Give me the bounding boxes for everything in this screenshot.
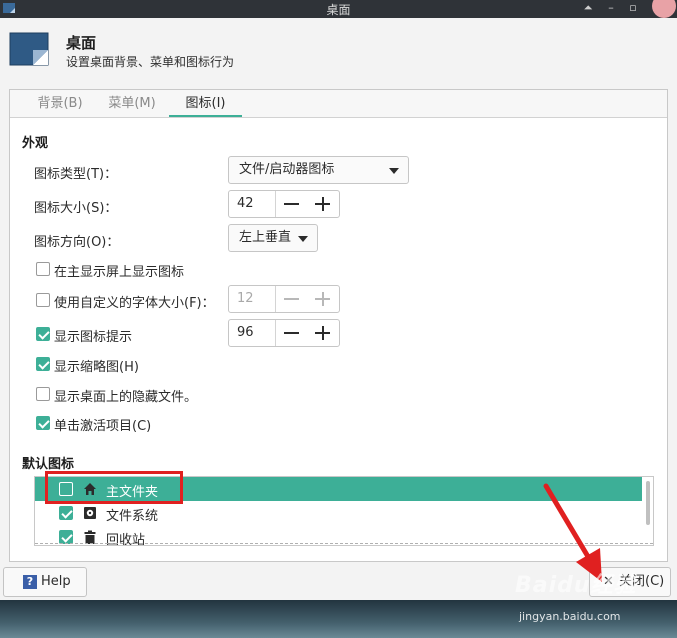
watermark-brand: Baidu经验	[515, 573, 637, 598]
show-thumbnails-checkbox[interactable]	[36, 357, 50, 371]
window-title: 桌面	[326, 3, 351, 17]
dialog-header: 桌面 设置桌面背景、菜单和图标行为	[0, 18, 677, 80]
help-button[interactable]: ? Help	[3, 567, 87, 597]
show-thumbnails-label: 显示缩略图(H)	[54, 360, 139, 375]
custom-font-size-checkbox[interactable]	[36, 293, 50, 307]
tooltip-size-decrease-button[interactable]	[276, 320, 307, 346]
list-scrollbar[interactable]	[646, 481, 650, 525]
font-size-spinner[interactable]: 12	[228, 285, 340, 313]
custom-font-size-label: 使用自定义的字体大小(F)：	[54, 296, 215, 311]
chevron-down-icon	[389, 168, 399, 174]
chevron-down-icon	[298, 236, 308, 242]
font-size-decrease-button[interactable]	[276, 286, 307, 312]
minimize-window-button[interactable]: –	[603, 0, 619, 16]
appearance-section-title: 外观	[22, 136, 49, 151]
annotation-highlight-box	[45, 471, 183, 504]
tooltip-size-input[interactable]: 96	[229, 320, 276, 346]
drive-icon	[84, 507, 96, 519]
icon-orientation-dropdown[interactable]: 左上垂直	[228, 224, 318, 252]
tab-bar: 背景(B) 菜单(M) 图标(I)	[10, 90, 667, 118]
icon-orientation-label: 图标方向(O)：	[34, 235, 120, 250]
desktop-settings-window: 桌面 设置桌面背景、菜单和图标行为 背景(B) 菜单(M) 图标(I) 外观 图…	[0, 18, 677, 600]
tooltip-size-spinner[interactable]: 96	[228, 319, 340, 347]
help-button-label: Help	[41, 574, 71, 589]
single-click-checkbox[interactable]	[36, 416, 50, 430]
dialog-title: 桌面	[66, 34, 97, 52]
single-click-label: 单击激活项目(C)	[54, 419, 152, 434]
icon-type-value: 文件/启动器图标	[239, 162, 335, 177]
icon-size-spinner[interactable]: 42	[228, 190, 340, 218]
icon-orientation-value: 左上垂直	[239, 230, 292, 245]
show-on-primary-label: 在主显示屏上显示图标	[54, 265, 185, 280]
tooltip-size-increase-button[interactable]	[307, 320, 338, 346]
icon-size-decrease-button[interactable]	[276, 191, 307, 217]
window-titlebar: 桌面 ⏶ – ▫	[0, 0, 677, 18]
default-icons-section-title: 默认图标	[22, 457, 75, 472]
help-icon: ?	[23, 575, 37, 589]
icon-type-dropdown[interactable]: 文件/启动器图标	[228, 156, 409, 184]
icon-size-input[interactable]: 42	[229, 191, 276, 217]
tab-background[interactable]: 背景(B)	[24, 90, 96, 117]
icon-type-label: 图标类型(T)：	[34, 167, 118, 182]
font-size-increase-button[interactable]	[307, 286, 338, 312]
show-on-primary-checkbox[interactable]	[36, 262, 50, 276]
maximize-window-button[interactable]: ▫	[625, 0, 641, 16]
icon-size-increase-button[interactable]	[307, 191, 338, 217]
watermark-url: jingyan.baidu.com	[519, 610, 621, 623]
dialog-subtitle: 设置桌面背景、菜单和图标行为	[66, 55, 235, 69]
show-hidden-checkbox[interactable]	[36, 387, 50, 401]
show-tooltips-label: 显示图标提示	[54, 330, 133, 345]
list-divider	[35, 543, 653, 544]
shade-window-button[interactable]: ⏶	[580, 0, 596, 16]
tab-icons[interactable]: 图标(I)	[169, 90, 242, 117]
filesystem-checkbox[interactable]	[59, 506, 73, 520]
trash-icon	[84, 530, 96, 544]
list-item-label: 文件系统	[106, 509, 159, 524]
show-hidden-label: 显示桌面上的隐藏文件。	[54, 390, 198, 405]
list-item-filesystem[interactable]: 文件系统	[35, 501, 642, 525]
icon-size-label: 图标大小(S)：	[34, 201, 118, 216]
font-size-input[interactable]: 12	[229, 286, 276, 312]
tab-menus[interactable]: 菜单(M)	[96, 90, 168, 117]
show-tooltips-checkbox[interactable]	[36, 327, 50, 341]
baidu-watermark: Baidu经验 jingyan.baidu.com	[515, 567, 665, 635]
desktop-settings-icon	[9, 32, 49, 66]
trash-checkbox[interactable]	[59, 530, 73, 544]
